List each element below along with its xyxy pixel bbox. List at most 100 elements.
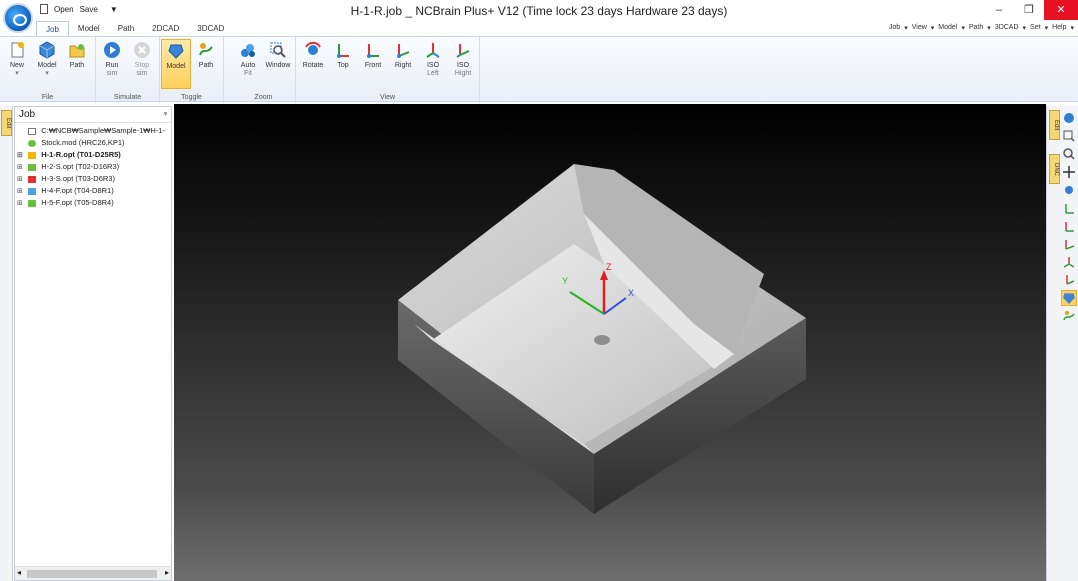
pan-icon[interactable] [1063, 166, 1075, 178]
tree-item-operation-5[interactable]: ⊞ H-5-F.opt (T05-D8R4) [17, 197, 169, 209]
play-icon [104, 42, 120, 58]
menu-path[interactable]: Path [969, 24, 983, 32]
ribbon: New ▾ Model ▾ Path File Run sim Stop sim S… [0, 36, 1078, 103]
model-toggle-icon [168, 44, 184, 59]
view-front-icon[interactable] [1063, 220, 1075, 232]
side-tab-edit[interactable]: Edit [1, 110, 12, 136]
menu-view[interactable]: View [912, 24, 927, 32]
view-right-button[interactable]: Right [388, 39, 418, 89]
view-iso-left-icon[interactable] [1063, 256, 1075, 268]
minimize-button[interactable]: – [984, 0, 1014, 20]
zoom-icon[interactable] [1063, 148, 1075, 160]
view-iso-left-button[interactable]: ISO Left [418, 39, 448, 89]
dropdown-mark: ▾ [1022, 25, 1027, 32]
view-iso-right-icon[interactable] [1063, 274, 1075, 286]
maximize-button[interactable]: ❐ [1014, 0, 1044, 20]
close-button[interactable]: ✕ [1044, 0, 1078, 20]
axis-front-icon [367, 44, 379, 58]
menu-model[interactable]: Model [938, 24, 957, 32]
expand-icon[interactable]: ⊞ [17, 186, 26, 197]
dropdown-mark: ▾ [961, 25, 965, 32]
run-sim-button[interactable]: Run sim [97, 39, 127, 89]
tree-item-operation-2[interactable]: ⊞ H-2-S.opt (T02-D16R3) [17, 161, 169, 173]
ribbon-tabs: Job Model Path 2DCAD 3DCAD [36, 21, 233, 37]
dropdown-mark: ▾ [930, 25, 935, 32]
view-fit-icon[interactable] [1063, 112, 1075, 124]
stop-icon [134, 42, 150, 58]
dropdown-mark: ▾ [1070, 25, 1074, 32]
tree-item-operation-1[interactable]: ⊞ H-1-R.opt (T01-D25R5) [17, 149, 169, 161]
rotate-icon[interactable] [1063, 184, 1075, 196]
title-bar: Open Save ▼ H-1-R.job _ NCBrain Plus+ V1… [0, 0, 1078, 33]
dropdown-mark: ▾ [904, 25, 908, 32]
file-group-label: File [41, 94, 54, 101]
3d-viewport[interactable]: Z Y X [174, 104, 1046, 581]
rotate-button[interactable]: Rotate [298, 39, 328, 89]
view-right-icon[interactable] [1063, 238, 1075, 250]
scrollbar-thumb[interactable] [27, 570, 157, 578]
menu-job[interactable]: Job [889, 24, 900, 32]
toggle-path-button[interactable]: Path [191, 39, 221, 89]
axis-right-icon [397, 44, 410, 58]
stock-icon [28, 139, 37, 147]
side-tab-dnc[interactable]: DNC [1049, 154, 1060, 184]
file-icon [28, 127, 37, 135]
ribbon-group-view: Rotate Top Front Right ISO Left ISO High… [296, 37, 480, 103]
left-side-strip: Edit [0, 106, 13, 581]
job-panel-scrollbar[interactable]: ◂ ▸ [15, 566, 171, 580]
tab-3dcad[interactable]: 3DCAD [188, 21, 233, 37]
dropdown-mark: ▾ [15, 70, 19, 77]
view-top-button[interactable]: Top [328, 39, 358, 89]
menu-help[interactable]: Help [1052, 24, 1066, 32]
app-logo-icon[interactable] [3, 3, 33, 33]
zoom-window-button[interactable]: Window [263, 39, 293, 89]
job-tree: C:₩NCB₩Sample₩Sample-1₩H-1- Stock.mod (H… [15, 123, 171, 211]
y-axis-label: Y [562, 276, 568, 286]
toggle-group-label: Toggle [181, 94, 202, 101]
model-button[interactable]: Model ▾ [32, 39, 62, 89]
tree-item-job-file[interactable]: C:₩NCB₩Sample₩Sample-1₩H-1- [17, 125, 169, 137]
tab-path[interactable]: Path [109, 21, 143, 37]
expand-icon[interactable]: ⊞ [17, 162, 26, 173]
tab-2dcad[interactable]: 2DCAD [143, 21, 188, 37]
tree-item-stock[interactable]: Stock.mod (HRC26,KP1) [17, 137, 169, 149]
operation-icon [28, 151, 37, 159]
menu-3dcad[interactable]: 3DCAD [995, 24, 1019, 32]
z-axis-label: Z [606, 262, 612, 272]
view-front-button[interactable]: Front [358, 39, 388, 89]
menu-set[interactable]: Set [1030, 24, 1041, 32]
tree-item-operation-3[interactable]: ⊞ H-3-S.opt (T03-D6R3) [17, 173, 169, 185]
tab-job[interactable]: Job [36, 21, 69, 37]
model-toggle-active[interactable] [1061, 290, 1077, 306]
side-tab-edit-right[interactable]: Edit [1049, 110, 1060, 140]
operation-icon [28, 163, 37, 171]
scroll-left-icon[interactable]: ◂ [17, 568, 21, 577]
dropdown-mark: ▾ [987, 25, 991, 32]
zoom-group-label: Zoom [254, 94, 273, 101]
dropdown-mark: ▾ [45, 70, 49, 77]
stop-sim-button[interactable]: Stop sim [127, 39, 157, 89]
expand-icon[interactable]: ⊞ [17, 198, 26, 209]
job-panel: Job ᵩ C:₩NCB₩Sample₩Sample-1₩H-1- Stock.… [14, 106, 172, 581]
path-button[interactable]: Path [62, 39, 92, 89]
zoom-window-icon[interactable] [1063, 130, 1075, 142]
path-toggle-icon [199, 43, 213, 56]
view-top-icon[interactable] [1063, 202, 1075, 214]
right-side-strip: Edit DNC [1046, 106, 1078, 581]
operation-icon [28, 175, 37, 183]
expand-icon[interactable]: ⊞ [17, 150, 26, 161]
tree-item-operation-4[interactable]: ⊞ H-4-F.opt (T04-D8R1) [17, 185, 169, 197]
path-toggle-icon[interactable] [1063, 310, 1075, 322]
toggle-model-button[interactable]: Model [161, 39, 191, 89]
ribbon-group-toggle: Model Path Toggle [160, 37, 224, 103]
new-button[interactable]: New ▾ [2, 39, 32, 89]
tab-model[interactable]: Model [69, 21, 109, 37]
job-panel-header: Job ᵩ [15, 107, 171, 123]
model-cube-icon [39, 41, 55, 59]
model-toggle-icon [1063, 293, 1075, 304]
scroll-right-icon[interactable]: ▸ [165, 568, 169, 577]
auto-fit-button[interactable]: Auto Fit [233, 39, 263, 89]
expand-icon[interactable]: ⊞ [17, 174, 26, 185]
pin-icon[interactable]: ᵩ [164, 109, 167, 116]
view-iso-right-button[interactable]: ISO Hight [448, 39, 478, 89]
